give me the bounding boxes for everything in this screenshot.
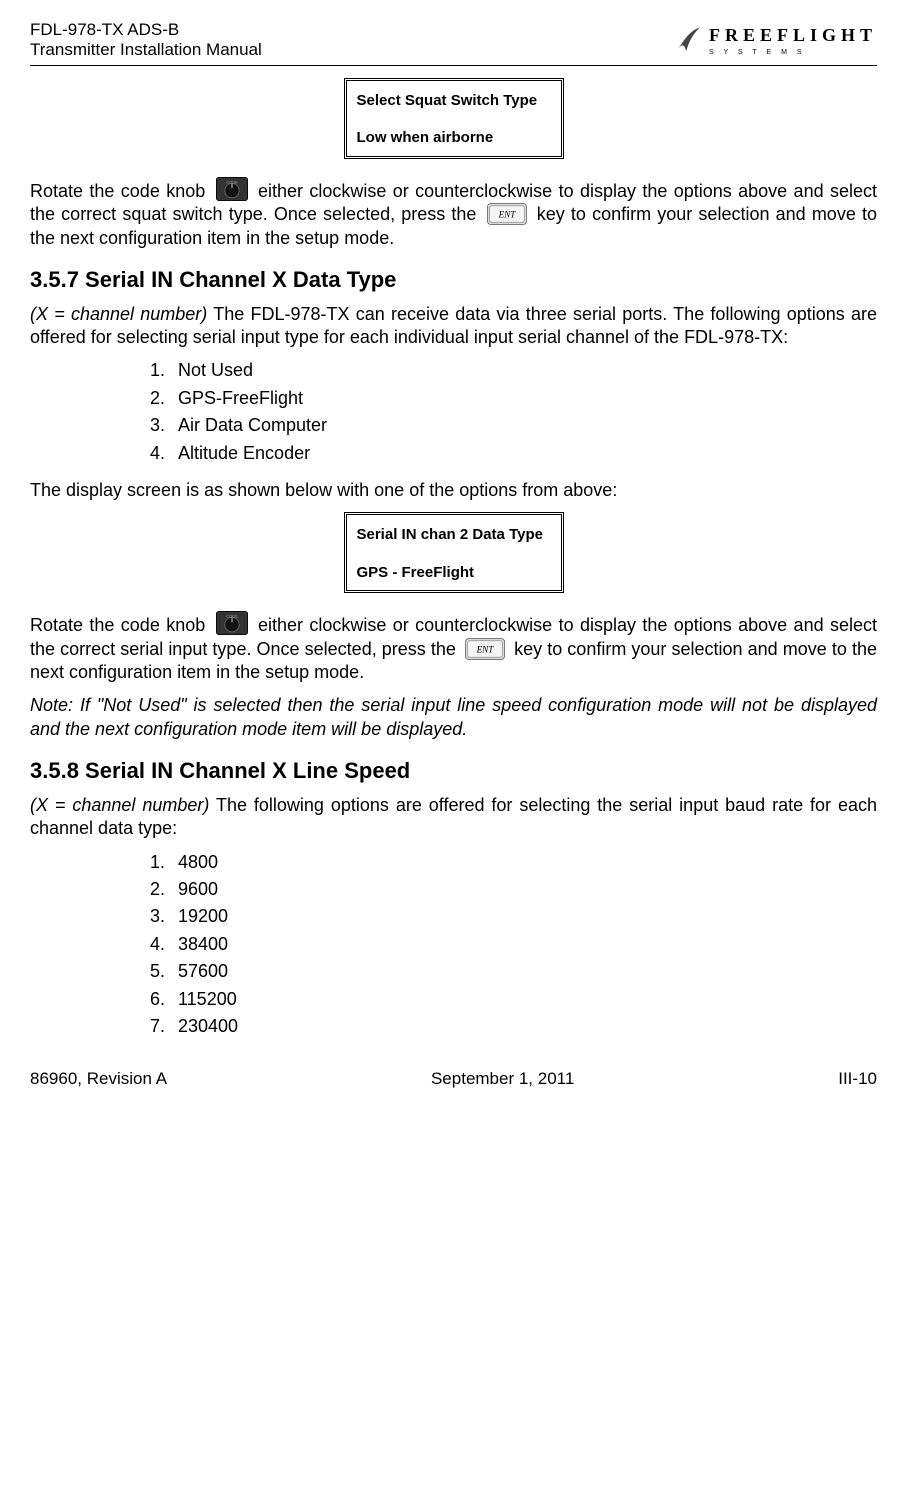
svg-text:CODE: CODE [226, 614, 238, 619]
display-serial-in: Serial IN chan 2 Data Type GPS - FreeFli… [344, 512, 564, 593]
display-squat-switch: Select Squat Switch Type Low when airbor… [344, 78, 564, 159]
doc-title-line1: FDL-978-TX ADS-B [30, 20, 262, 40]
option-label: 57600 [178, 961, 228, 981]
footer-right: III-10 [838, 1068, 877, 1090]
display-value: Low when airborne [357, 128, 551, 148]
freeflight-logo: FREEFLIGHT S Y S T E M S [675, 24, 877, 56]
option-label: 9600 [178, 879, 218, 899]
option-label: GPS-FreeFlight [178, 388, 303, 408]
rotate-pre: Rotate the code knob [30, 615, 205, 635]
option-label: Not Used [178, 360, 253, 380]
note-not-used: Note: If "Not Used" is selected then the… [30, 694, 877, 741]
option-label: Altitude Encoder [178, 443, 310, 463]
display-screen-intro: The display screen is as shown below wit… [30, 479, 877, 502]
list-item: 1.4800 [150, 851, 877, 874]
option-label: 38400 [178, 934, 228, 954]
option-label: Air Data Computer [178, 415, 327, 435]
list-item: 3.19200 [150, 905, 877, 928]
page-header: FDL-978-TX ADS-B Transmitter Installatio… [30, 20, 877, 66]
section-357-options: 1.Not Used 2.GPS-FreeFlight 3.Air Data C… [150, 359, 877, 465]
option-label: 19200 [178, 906, 228, 926]
section-357-title: 3.5.7 Serial IN Channel X Data Type [30, 266, 877, 295]
option-label: 230400 [178, 1016, 238, 1036]
list-item: 7.230400 [150, 1015, 877, 1038]
option-label: 4800 [178, 852, 218, 872]
svg-text:ENT: ENT [476, 644, 495, 654]
list-item: 2.GPS-FreeFlight [150, 387, 877, 410]
rotate-paragraph-1: Rotate the code knob CODE either clockwi… [30, 177, 877, 250]
logo-subtext: S Y S T E M S [709, 48, 877, 57]
rotate-pre: Rotate the code knob [30, 181, 205, 201]
list-item: 5.57600 [150, 960, 877, 983]
logo-swoosh-icon [675, 26, 703, 54]
section-357-para: (X = channel number) The FDL-978-TX can … [30, 303, 877, 350]
rotate-paragraph-2: Rotate the code knob CODE either clockwi… [30, 611, 877, 684]
section-358-para: (X = channel number) The following optio… [30, 794, 877, 841]
list-item: 4.Altitude Encoder [150, 442, 877, 465]
code-knob-icon: CODE [216, 177, 248, 201]
svg-text:ENT: ENT [497, 210, 516, 220]
code-knob-icon: CODE [216, 611, 248, 635]
ent-key-icon: ENT [487, 203, 527, 225]
display-value: GPS - FreeFlight [357, 563, 551, 583]
footer-center: September 1, 2011 [431, 1068, 574, 1090]
list-item: 1.Not Used [150, 359, 877, 382]
section-358-options: 1.4800 2.9600 3.19200 4.38400 5.57600 6.… [150, 851, 877, 1039]
ent-key-icon: ENT [465, 638, 505, 660]
list-item: 2.9600 [150, 878, 877, 901]
list-item: 4.38400 [150, 933, 877, 956]
doc-title: FDL-978-TX ADS-B Transmitter Installatio… [30, 20, 262, 61]
footer-left: 86960, Revision A [30, 1068, 167, 1090]
logo-text: FREEFLIGHT [709, 24, 877, 47]
svg-text:CODE: CODE [226, 179, 238, 184]
page-footer: 86960, Revision A September 1, 2011 III-… [30, 1068, 877, 1090]
section-358-title: 3.5.8 Serial IN Channel X Line Speed [30, 757, 877, 786]
display-title: Serial IN chan 2 Data Type [357, 525, 551, 545]
list-item: 3.Air Data Computer [150, 414, 877, 437]
list-item: 6.115200 [150, 988, 877, 1011]
option-label: 115200 [178, 989, 237, 1009]
display-title: Select Squat Switch Type [357, 91, 551, 111]
doc-title-line2: Transmitter Installation Manual [30, 40, 262, 60]
